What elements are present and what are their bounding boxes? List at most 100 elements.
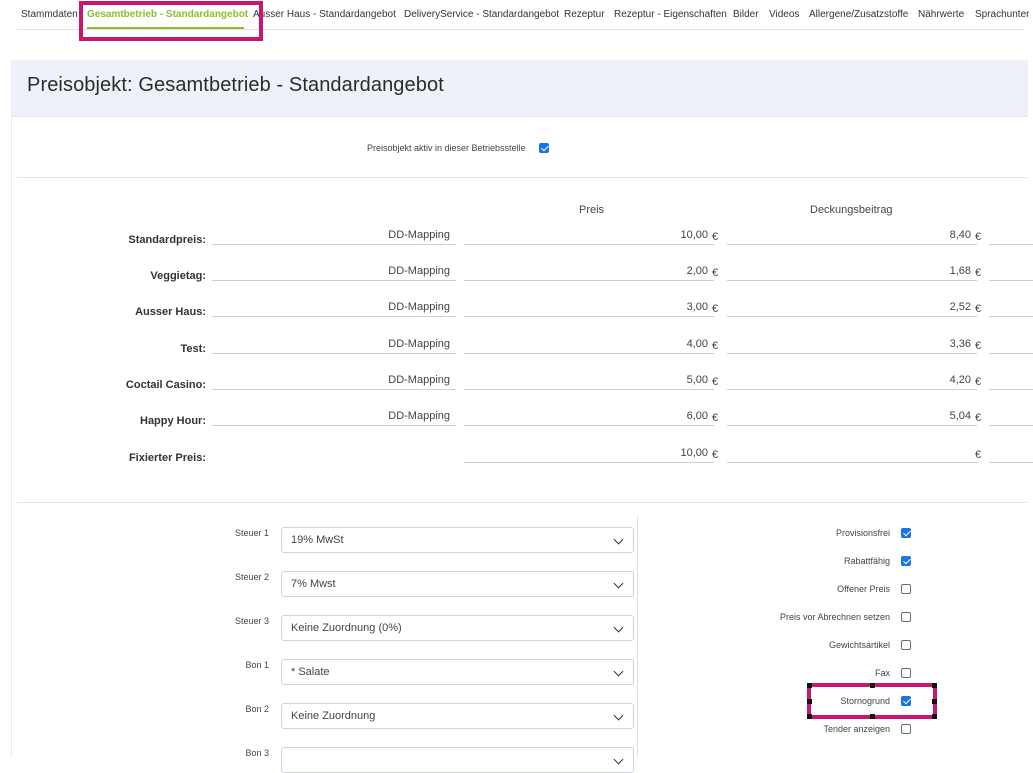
active-label: Preisobjekt aktiv in dieser Betriebsstel… <box>367 143 526 153</box>
deckungsbeitrag-input[interactable]: 5,04 <box>727 408 977 426</box>
tab-naehrwerte[interactable]: Nährwerte <box>918 9 964 20</box>
extra-input[interactable] <box>989 227 1033 245</box>
mapping-field[interactable]: DD-Mapping <box>212 299 456 317</box>
preis-input[interactable]: 10,00 <box>464 445 714 463</box>
chevron-down-icon <box>613 622 624 633</box>
preis-input[interactable]: 4,00 <box>464 336 714 354</box>
page-title: Preisobjekt: Gesamtbetrieb - Standardang… <box>27 74 444 96</box>
option-checkbox[interactable] <box>901 640 911 650</box>
chevron-down-icon <box>613 710 624 721</box>
tab-videos[interactable]: Videos <box>769 9 799 20</box>
deckungsbeitrag-input[interactable]: 1,68 <box>727 263 977 281</box>
deckungsbeitrag-input[interactable]: 3,36 <box>727 336 977 354</box>
divider <box>17 502 1028 503</box>
column-header-preis: Preis <box>579 204 605 216</box>
active-checkbox[interactable] <box>539 143 549 153</box>
option-checkbox[interactable] <box>901 612 911 622</box>
select-value: Keine Zuordnung (0%) <box>291 622 402 634</box>
preis-input[interactable]: 10,00 <box>464 227 714 245</box>
mapping-field[interactable]: DD-Mapping <box>212 336 456 354</box>
preis-input[interactable]: 3,00 <box>464 299 714 317</box>
select-value: 19% MwSt <box>291 534 344 546</box>
tab-ausser-haus[interactable]: Ausser Haus - Standardangebot <box>253 9 396 20</box>
highlight-active-tab <box>79 1 263 41</box>
option-label: Tender anzeigen <box>823 724 890 734</box>
extra-input[interactable] <box>989 263 1033 281</box>
mapping-field[interactable]: DD-Mapping <box>212 263 456 281</box>
resize-handle <box>807 714 812 719</box>
mapping-field[interactable]: DD-Mapping <box>212 372 456 390</box>
currency-label: € <box>712 340 719 352</box>
resize-handle <box>807 683 812 688</box>
chevron-down-icon <box>613 534 624 545</box>
option-label: Offener Preis <box>837 584 890 594</box>
tab-allergene[interactable]: Allergene/Zusatzstoffe <box>809 9 908 20</box>
select-dropdown[interactable]: 7% Mwst <box>281 571 634 597</box>
resize-handle <box>932 699 937 704</box>
select-label: Steuer 3 <box>234 616 269 626</box>
option-label: Preis vor Abrechnen setzen <box>779 612 890 622</box>
extra-input[interactable] <box>989 372 1033 390</box>
price-row-label: Happy Hour: <box>140 415 206 427</box>
tab-bilder[interactable]: Bilder <box>733 9 759 20</box>
option-checkbox[interactable] <box>901 556 911 566</box>
select-dropdown[interactable]: Keine Zuordnung <box>281 703 634 729</box>
preis-input[interactable]: 6,00 <box>464 408 714 426</box>
select-dropdown[interactable]: 19% MwSt <box>281 527 634 553</box>
tab-rezeptur-eigenschaften[interactable]: Rezeptur - Eigenschaften <box>614 9 727 20</box>
price-row-label: Coctail Casino: <box>125 379 206 391</box>
select-label: Bon 2 <box>245 704 269 714</box>
select-value: 7% Mwst <box>291 578 336 590</box>
price-row-label: Fixierter Preis: <box>128 452 206 464</box>
select-label: Bon 1 <box>245 660 269 670</box>
option-checkbox[interactable] <box>901 668 911 678</box>
select-dropdown[interactable]: * Salate <box>281 659 634 685</box>
resize-handle <box>870 714 875 719</box>
extra-input[interactable] <box>989 408 1033 426</box>
option-checkbox[interactable] <box>901 528 911 538</box>
extra-input[interactable] <box>989 445 1033 463</box>
chevron-down-icon <box>613 754 624 765</box>
extra-input[interactable] <box>989 336 1033 354</box>
tab-sprachunter[interactable]: Sprachunter <box>975 9 1029 20</box>
price-row-label: Ausser Haus: <box>135 306 206 318</box>
chevron-down-icon <box>613 666 624 677</box>
tab-deliveryservice[interactable]: DeliveryService - Standardangebot <box>404 9 559 20</box>
resize-handle <box>807 699 812 704</box>
divider <box>17 177 1028 178</box>
preis-input[interactable]: 5,00 <box>464 372 714 390</box>
currency-label: € <box>975 340 982 352</box>
currency-label: € <box>712 267 719 279</box>
preis-input[interactable]: 2,00 <box>464 263 714 281</box>
column-divider <box>637 516 638 757</box>
currency-label: € <box>975 376 982 388</box>
price-row-label: Test: <box>180 343 206 355</box>
select-label: Steuer 2 <box>234 572 269 582</box>
select-dropdown[interactable] <box>281 747 634 773</box>
option-checkbox[interactable] <box>901 584 911 594</box>
deckungsbeitrag-input[interactable]: 8,40 <box>727 227 977 245</box>
deckungsbeitrag-input[interactable] <box>727 445 977 463</box>
deckungsbeitrag-input[interactable]: 4,20 <box>727 372 977 390</box>
select-dropdown[interactable]: Keine Zuordnung (0%) <box>281 615 634 641</box>
resize-handle <box>932 714 937 719</box>
option-checkbox[interactable] <box>901 724 911 734</box>
deckungsbeitrag-input[interactable]: 2,52 <box>727 299 977 317</box>
chevron-down-icon <box>613 578 624 589</box>
currency-label: € <box>712 376 719 388</box>
option-label: Gewichtsartikel <box>828 640 890 650</box>
currency-label: € <box>975 303 982 315</box>
resize-handle <box>932 683 937 688</box>
option-label: Fax <box>874 668 890 678</box>
currency-label: € <box>712 412 719 424</box>
extra-input[interactable] <box>989 299 1033 317</box>
tab-stammdaten[interactable]: Stammdaten <box>21 9 78 20</box>
currency-label: € <box>975 231 982 243</box>
tab-rezeptur[interactable]: Rezeptur <box>564 9 605 20</box>
column-header-deckungsbeitrag: Deckungsbeitrag <box>810 204 893 216</box>
currency-label: € <box>712 303 719 315</box>
mapping-field[interactable]: DD-Mapping <box>212 227 456 245</box>
mapping-field[interactable]: DD-Mapping <box>212 408 456 426</box>
price-row-label: Veggietag: <box>150 270 206 282</box>
option-label: Provisionsfrei <box>835 528 890 538</box>
